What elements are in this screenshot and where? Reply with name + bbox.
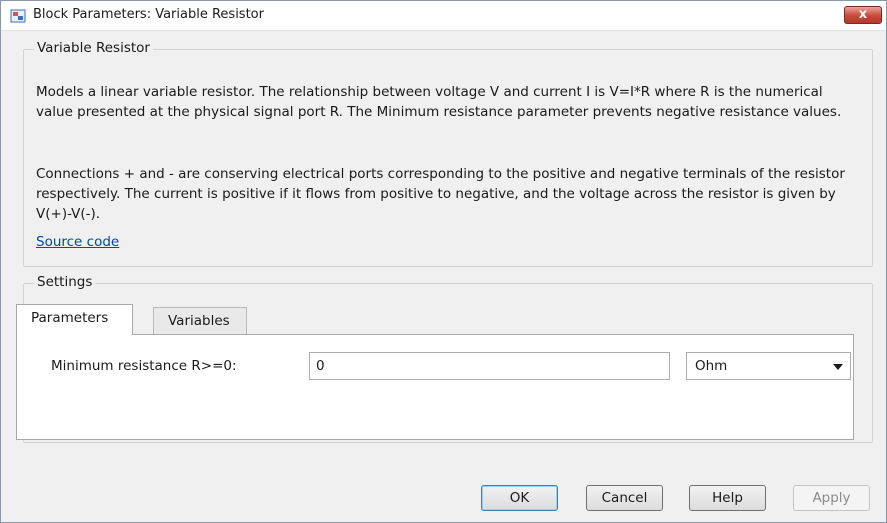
window-title: Block Parameters: Variable Resistor [33,7,264,22]
settings-group-title: Settings [34,274,96,290]
description-group: Variable Resistor Models a linear variab… [23,40,873,267]
cancel-button[interactable]: Cancel [586,485,663,511]
block-parameters-dialog: Block Parameters: Variable Resistor x Va… [0,0,887,523]
tab-parameters[interactable]: Parameters [16,304,133,335]
close-icon: x [858,7,868,22]
unit-dropdown-value: Ohm [695,358,728,374]
tab-variables[interactable]: Variables [153,307,247,335]
chevron-down-icon [833,364,843,370]
parameters-panel [16,334,854,440]
min-resistance-label: Minimum resistance R>=0: [51,358,237,374]
description-paragraph-2: Connections + and - are conserving elect… [36,166,845,222]
help-button[interactable]: Help [689,485,766,511]
ok-button[interactable]: OK [481,485,558,511]
unit-dropdown[interactable]: Ohm [686,352,851,380]
title-bar[interactable]: Block Parameters: Variable Resistor x [1,1,886,31]
min-resistance-input[interactable] [309,352,670,380]
source-code-link[interactable]: Source code [36,234,119,250]
simulink-block-icon [10,9,26,23]
description-paragraph-1: Models a linear variable resistor. The r… [36,84,842,120]
apply-button[interactable]: Apply [793,485,870,511]
description-group-title: Variable Resistor [34,40,153,56]
close-button[interactable]: x [844,6,882,24]
